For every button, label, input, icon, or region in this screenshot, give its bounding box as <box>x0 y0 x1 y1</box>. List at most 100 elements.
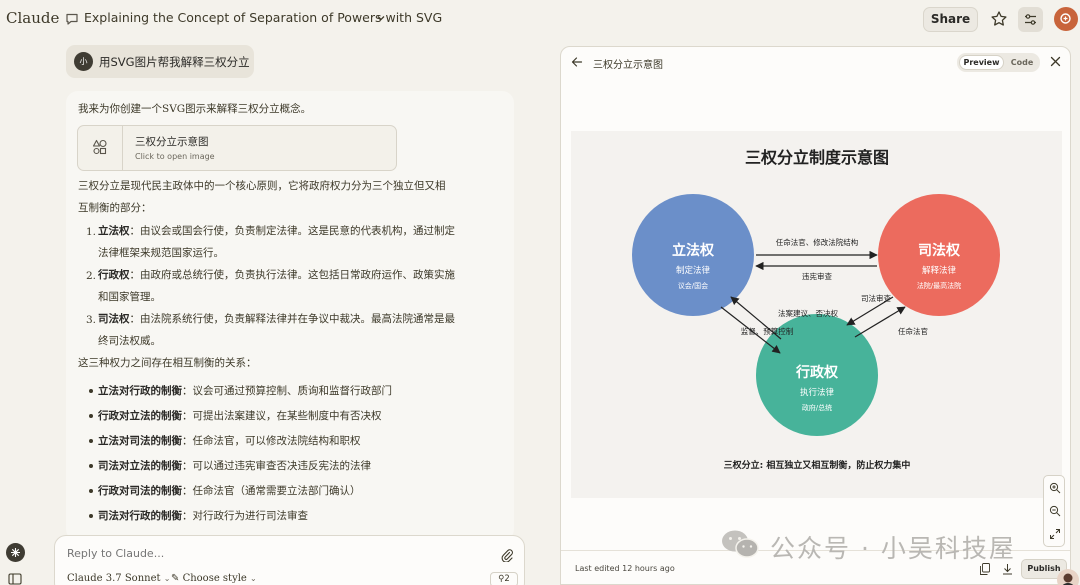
chevron-down-icon: ⌄ <box>163 574 171 583</box>
list-item: 司法对立法的制衡：可以通过违宪审查否决违反宪法的法律 <box>98 458 371 473</box>
user-message-avatar: 小 <box>74 52 93 71</box>
watermark: 公众号 · 小吴科技屋 <box>718 525 1048 563</box>
claude-avatar <box>6 543 25 562</box>
reply-input[interactable] <box>67 547 467 560</box>
share-button[interactable]: Share <box>923 7 978 32</box>
user-avatar[interactable] <box>1054 7 1078 31</box>
style-selector-label: Choose style <box>182 573 247 584</box>
bullet-dot <box>89 414 93 418</box>
list-item: 立法对司法的制衡：任命法官，可以修改法院结构和职权 <box>98 433 361 448</box>
bullet-dot <box>89 389 93 393</box>
list-item: 立法对行政的制衡：议会可通过预算控制、质询和监督行政部门 <box>98 383 392 398</box>
list-item-term: 司法对立法的制衡 <box>98 460 182 472</box>
assistant-message: 我来为你创建一个SVG图示来解释三权分立概念。 三权分立示意图 Click to… <box>66 91 514 541</box>
last-edited-label: Last edited 12 hours ago <box>575 564 675 573</box>
artifact-card[interactable]: 三权分立示意图 Click to open image <box>77 125 397 171</box>
list-item-term: 司法对行政的制衡 <box>98 510 182 522</box>
star-icon[interactable] <box>990 10 1008 28</box>
chevron-down-icon[interactable] <box>376 13 386 23</box>
list-item-text: 终司法权威。 <box>98 335 161 347</box>
watermark-text: 公众号 · 小吴科技屋 <box>770 534 1016 563</box>
person-icon <box>1062 573 1074 585</box>
model-selector[interactable]: Claude 3.7 Sonnet ⌄ <box>67 573 170 584</box>
list-item-term: 立法对司法的制衡 <box>98 435 182 447</box>
expand-icon[interactable] <box>1049 528 1061 540</box>
claude-logo[interactable]: Claude <box>6 9 59 27</box>
bullet-dot <box>89 464 93 468</box>
legislative-body: 议会/国会 <box>678 281 708 290</box>
list-item-term: 司法权 <box>98 313 130 325</box>
reply-composer: Claude 3.7 Sonnet ⌄ ✎ Choose style ⌄ ⚲2 <box>54 535 525 585</box>
chat-title[interactable]: Explaining the Concept of Separation of … <box>84 10 442 25</box>
list-item-text: 法律框架来规范国家运行。 <box>98 247 224 259</box>
wechat-icon <box>722 530 759 558</box>
search-icon <box>1060 13 1071 24</box>
artifact-card-subtitle: Click to open image <box>135 152 215 161</box>
list-number: 2. <box>86 270 97 282</box>
artifact-panel: 三权分立示意图 Preview Code 三权分立制度示意图 立法权 制定法律 … <box>560 46 1071 585</box>
arrow-label: 司法审查 <box>861 293 891 303</box>
style-selector[interactable]: ✎ Choose style ⌄ <box>171 573 257 584</box>
list-item-text: ：任命法官（通常需要立法部门确认） <box>182 485 361 497</box>
arrow-label: 法案建议、否决权 <box>778 308 838 318</box>
tab-code[interactable]: Code <box>1006 55 1038 70</box>
diagram-title: 三权分立制度示意图 <box>745 148 889 167</box>
list-item-text: ：由议会或国会行使，负责制定法律。这是民意的代表机构，通过制定 <box>129 225 456 237</box>
sidebar-toggle-icon[interactable] <box>8 573 22 585</box>
sliders-icon <box>1025 14 1036 25</box>
relations-intro: 这三种权力之间存在相互制衡的关系： <box>78 357 257 369</box>
arrow-left-icon[interactable] <box>571 56 583 68</box>
user-message-text: 用SVG图片帮我解释三权分立 <box>99 55 250 69</box>
paperclip-icon[interactable] <box>501 548 513 562</box>
user-message: 小 用SVG图片帮我解释三权分立 <box>66 45 254 78</box>
arrow-label: 违宪审查 <box>802 271 832 281</box>
list-item-text: ：任命法官，可以修改法院结构和职权 <box>182 435 361 447</box>
list-item: 司法对行政的制衡：对行政行为进行司法审查 <box>98 508 308 523</box>
diagram-svg: 三权分立制度示意图 立法权 制定法律 议会/国会 司法权 解释法律 法院/最高法… <box>632 148 1000 471</box>
claude-spark-icon <box>11 548 20 557</box>
list-item-text: ：议会可通过预算控制、质询和监督行政部门 <box>182 385 392 397</box>
arrow-label: 任命法官、修改法院结构 <box>776 237 859 247</box>
collaborators-badge[interactable]: ⚲2 <box>490 572 518 585</box>
artifact-card-title: 三权分立示意图 <box>135 136 209 148</box>
judicial-body: 法院/最高法院 <box>917 281 961 290</box>
list-number: 3. <box>86 314 97 326</box>
model-selector-label: Claude 3.7 Sonnet <box>67 573 161 584</box>
legislative-role: 制定法律 <box>676 265 711 276</box>
artifact-icon-box <box>78 126 123 170</box>
separation-of-powers-diagram: 三权分立制度示意图 立法权 制定法律 议会/国会 司法权 解释法律 法院/最高法… <box>571 131 1062 498</box>
executive-role: 执行法律 <box>800 387 835 398</box>
list-item: 立法权：由议会或国会行使，负责制定法律。这是民意的代表机构，通过制定 法律框架来… <box>98 220 488 264</box>
list-item-term: 行政对司法的制衡 <box>98 485 182 497</box>
list-item-term: 行政对立法的制衡 <box>98 410 182 422</box>
executive-body: 政府/总统 <box>802 403 832 412</box>
arrow-label: 任命法官 <box>898 326 928 336</box>
explanation-paragraph: 三权分立是现代民主政体中的一个核心原则，它将政府权力分为三个独立但又相 互制衡的… <box>78 175 498 219</box>
view-toggle: Preview Code <box>957 53 1040 72</box>
explanation-line: 互制衡的部分： <box>78 202 152 214</box>
list-item-text: 和国家管理。 <box>98 291 161 303</box>
zoom-out-icon[interactable] <box>1049 505 1061 517</box>
shapes-icon <box>92 139 107 155</box>
chat-bubble-icon <box>66 13 78 25</box>
profile-avatar[interactable] <box>1057 569 1079 585</box>
executive-name: 行政权 <box>795 364 839 381</box>
tab-preview[interactable]: Preview <box>959 55 1004 70</box>
bullet-dot <box>89 514 93 518</box>
diagram-caption: 三权分立: 相互独立又相互制衡，防止权力集中 <box>724 459 911 471</box>
list-item-text: ：可以通过违宪审查否决违反宪法的法律 <box>182 460 371 472</box>
legislative-name: 立法权 <box>672 242 715 259</box>
settings-sliders-button[interactable] <box>1018 7 1043 32</box>
list-item-text: ：由政府或总统行使，负责执行法律。这包括日常政府运作、政策实施 <box>129 269 456 281</box>
top-bar: Claude Explaining the Concept of Separat… <box>0 0 1080 38</box>
judicial-role: 解释法律 <box>922 265 957 276</box>
style-icon: ✎ <box>171 573 183 584</box>
zoom-in-icon[interactable] <box>1049 482 1061 494</box>
arrow-label: 监督、预算控制 <box>741 326 794 336</box>
close-icon[interactable] <box>1050 56 1061 67</box>
list-number: 1. <box>86 226 97 238</box>
list-item-term: 立法对行政的制衡 <box>98 385 182 397</box>
list-item: 行政权：由政府或总统行使，负责执行法律。这包括日常政府运作、政策实施 和国家管理… <box>98 264 488 308</box>
judicial-name: 司法权 <box>918 242 961 259</box>
list-item-text: ：由法院系统行使，负责解释法律并在争议中裁决。最高法院通常是最 <box>129 313 456 325</box>
